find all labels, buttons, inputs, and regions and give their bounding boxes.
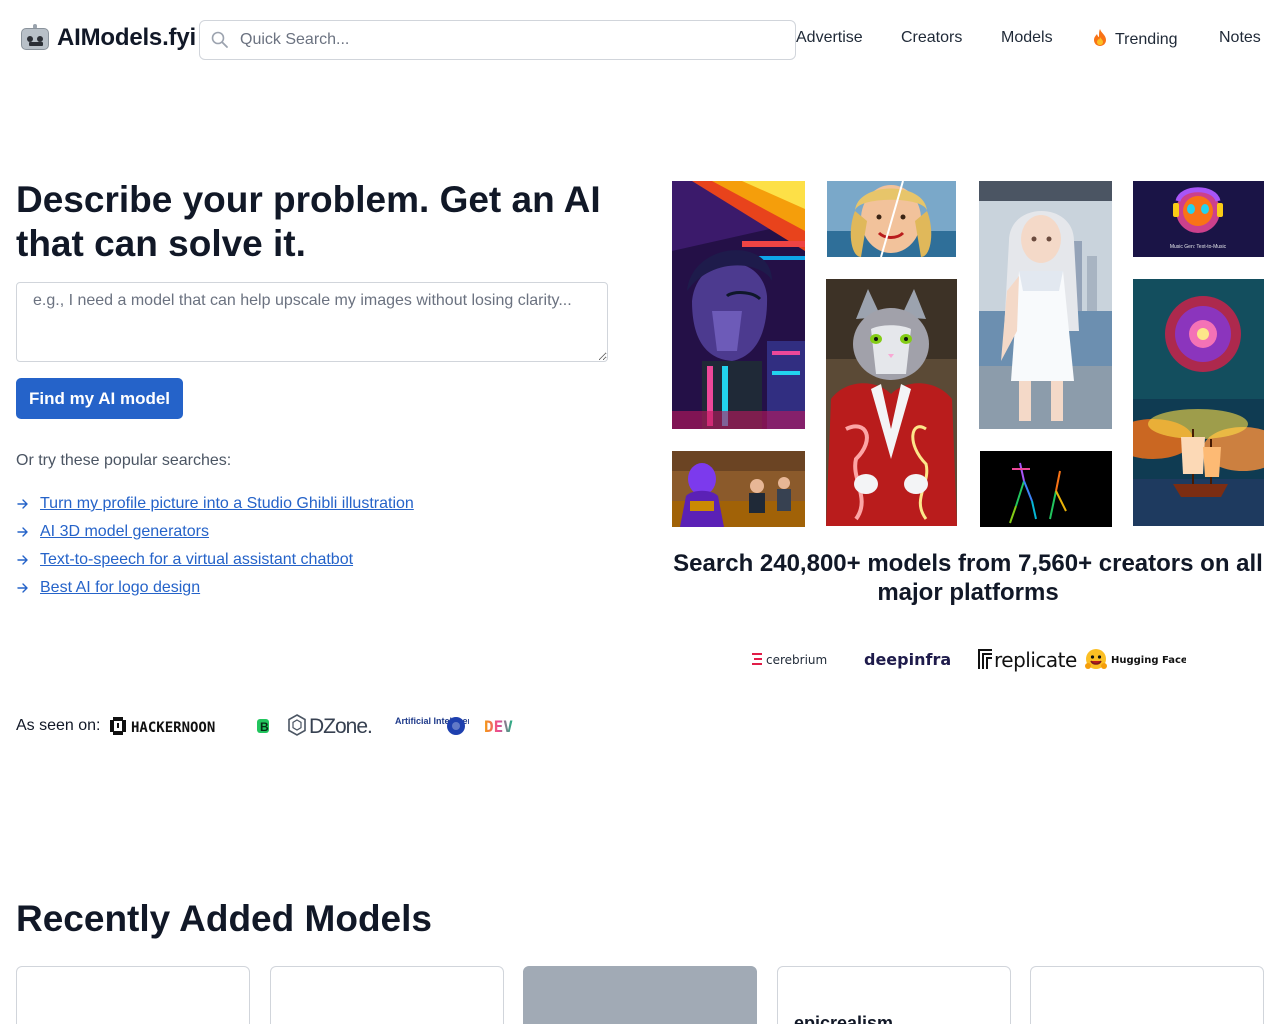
site-logo[interactable]: AIModels.fyi [20,24,196,52]
search-icon [211,31,228,48]
dev-logo[interactable]: DEV [483,714,519,738]
hero-title: Describe your problem. Get an AI that ca… [16,179,601,264]
arrow-right-icon [17,555,28,565]
deepinfra-logo[interactable]: deepinfra [864,644,952,674]
find-model-button[interactable]: Find my AI model [16,378,183,419]
arrow-right-icon [17,499,28,509]
music-gen-caption: Music Gen: Text-to-Music [1170,244,1227,250]
popular-search-link[interactable]: AI 3D model generators [40,523,209,541]
nav-creators[interactable]: Creators [901,29,962,47]
gallery-image-pose-skeleton[interactable] [980,451,1112,527]
model-card[interactable] [16,966,250,1024]
gallery-caption: Search 240,800+ models from 7,560+ creat… [673,550,1263,606]
recently-added-title: Recently Added Models [16,898,432,939]
popular-searches-list: Turn my profile picture into a Studio Gh… [16,490,414,602]
model-card[interactable] [270,966,504,1024]
popular-search-item: Best AI for logo design [16,574,414,602]
gallery-image-woman-portrait[interactable] [827,181,956,257]
popular-search-link[interactable]: Turn my profile picture into a Studio Gh… [40,495,414,513]
model-card[interactable]: epicrealism [777,966,1011,1024]
quick-search-input[interactable] [240,31,780,49]
model-card[interactable] [1030,966,1264,1024]
popular-search-item: AI 3D model generators [16,518,414,546]
deepinfra-text: deepinfra [864,650,951,669]
site-header: AIModels.fyi Advertise Creators Models T… [0,0,1280,78]
gallery-image-music-gen[interactable]: Music Gen: Text-to-Music [1133,181,1264,257]
as-seen-on: As seen on: HACKERNOON B DZone. Artifici… [16,712,533,740]
nav-models[interactable]: Models [1001,29,1053,47]
gallery-image-cyberpunk-man[interactable] [672,181,805,429]
model-card-name: epicrealism [794,1013,894,1024]
popular-search-link[interactable]: Best AI for logo design [40,579,200,597]
gallery-image-courtroom[interactable] [672,451,805,527]
nav-notes[interactable]: Notes [1219,29,1261,47]
artificial-intelligence-logo[interactable]: Artificial Intelligence [393,713,469,739]
nav-advertise[interactable]: Advertise [796,29,863,47]
dzone-text: DZone. [309,715,372,738]
robot-icon [20,24,50,52]
hackernoon-logo[interactable]: HACKERNOON [109,714,241,738]
gallery-image-anime-girl[interactable] [979,181,1112,429]
dev-text: DEV [484,717,513,736]
b-logo[interactable]: B [255,714,273,738]
popular-search-link[interactable]: Text-to-speech for a virtual assistant c… [40,551,353,569]
popular-search-item: Turn my profile picture into a Studio Gh… [16,490,414,518]
cerebrium-text: cerebrium [766,653,827,667]
gallery-image-nebula-ship[interactable] [1133,279,1264,526]
nav-trending-label: Trending [1115,31,1178,48]
hugging-face-text: Hugging Face [1111,655,1186,666]
nav-trending[interactable]: Trending [1093,29,1178,49]
hugging-face-logo[interactable]: Hugging Face [1084,644,1186,674]
b-logo-text: B [260,720,269,734]
problem-description-input[interactable] [16,282,608,362]
arrow-right-icon [17,583,28,593]
cerebrium-logo[interactable]: cerebrium [750,644,836,674]
model-card[interactable] [523,966,757,1024]
popular-searches-label: Or try these popular searches: [16,452,232,469]
arrow-right-icon [17,527,28,537]
popular-search-item: Text-to-speech for a virtual assistant c… [16,546,414,574]
replicate-logo[interactable]: replicate [976,644,1078,674]
replicate-text: replicate [994,648,1077,672]
as-seen-on-label: As seen on: [16,717,101,734]
gallery-image-cat-kimono[interactable] [826,279,957,526]
dzone-logo[interactable]: DZone. [287,713,379,739]
fire-icon [1094,29,1106,46]
logo-text: AIModels.fyi [57,24,196,51]
hackernoon-text: HACKERNOON [131,720,215,736]
quick-search-bar[interactable] [199,20,796,60]
